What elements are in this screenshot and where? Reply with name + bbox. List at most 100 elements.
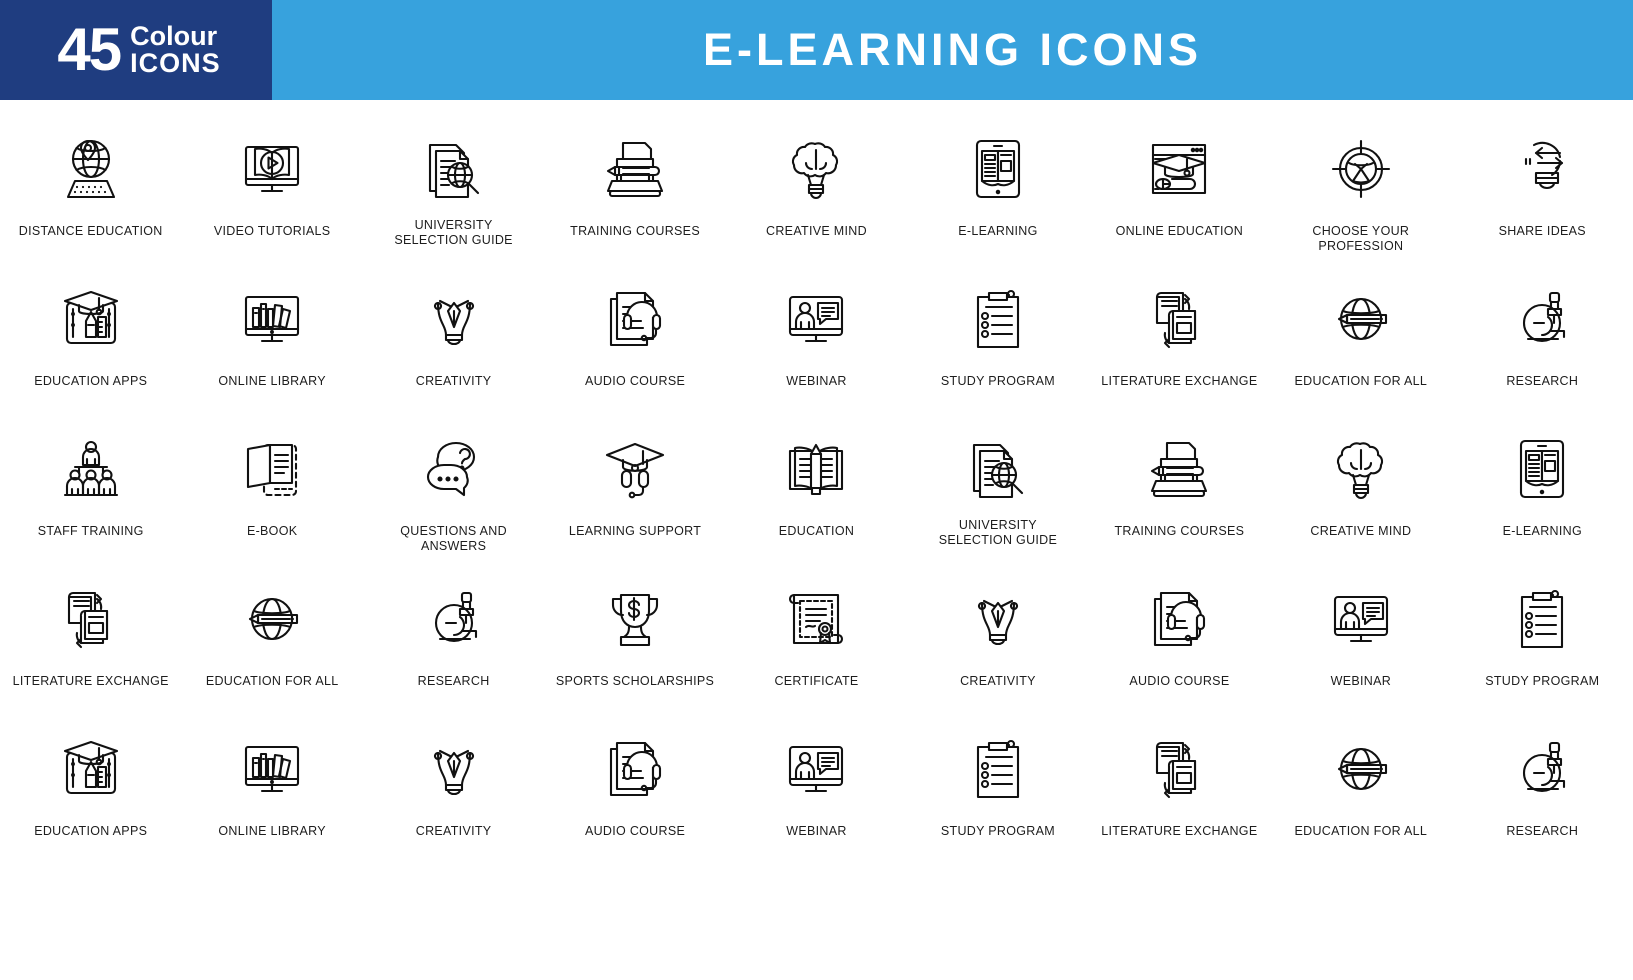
microscope-icon[interactable] <box>1494 726 1590 812</box>
people-podium-icon[interactable] <box>43 426 139 512</box>
icon-label: STAFF TRAINING <box>37 524 144 538</box>
icon-label: AUDIO COURSE <box>584 824 686 838</box>
icon-cell[interactable]: EDUCATION <box>726 408 907 558</box>
icon-cell[interactable]: AUDIO COURSE <box>544 708 725 858</box>
monitor-books-icon[interactable] <box>224 726 320 812</box>
icon-cell[interactable]: WEBINAR <box>1270 558 1451 708</box>
clipboard-checklist-icon[interactable] <box>1494 576 1590 662</box>
icon-cell[interactable]: CREATIVE MIND <box>726 108 907 258</box>
icon-cell[interactable]: ONLINE LIBRARY <box>181 708 362 858</box>
icon-cell[interactable]: ONLINE EDUCATION <box>1089 108 1270 258</box>
icon-cell[interactable]: CREATIVITY <box>363 708 544 858</box>
icon-cell[interactable]: STUDY PROGRAM <box>1452 558 1633 708</box>
icon-cell[interactable]: UNIVERSITY SELECTION GUIDE <box>907 408 1088 558</box>
icon-label: E-LEARNING <box>1502 524 1582 538</box>
icon-cell[interactable]: EDUCATION FOR ALL <box>1270 258 1451 408</box>
icon-cell[interactable]: EDUCATION APPS <box>0 708 181 858</box>
documents-headset-icon[interactable] <box>587 276 683 362</box>
tablet-open-book-icon[interactable] <box>950 126 1046 212</box>
icon-cell[interactable]: CREATIVE MIND <box>1270 408 1451 558</box>
icon-cell[interactable]: QUESTIONS AND ANSWERS <box>363 408 544 558</box>
icon-cell[interactable]: E-LEARNING <box>1452 408 1633 558</box>
icon-cell[interactable]: LITERATURE EXCHANGE <box>1089 708 1270 858</box>
documents-magnifier-icon[interactable] <box>950 426 1046 512</box>
icon-label: ONLINE LIBRARY <box>218 374 326 388</box>
icon-cell[interactable]: STUDY PROGRAM <box>907 708 1088 858</box>
icon-cell[interactable]: EDUCATION FOR ALL <box>181 558 362 708</box>
icon-cell[interactable]: TRAINING COURSES <box>544 108 725 258</box>
certificate-scroll-icon[interactable] <box>768 576 864 662</box>
icon-cell[interactable]: E-LEARNING <box>907 108 1088 258</box>
monitor-speaker-chat-icon[interactable] <box>1313 576 1409 662</box>
icon-cell[interactable]: SHARE IDEAS <box>1452 108 1633 258</box>
monitor-books-icon[interactable] <box>224 276 320 362</box>
browser-graduation-cap-icon[interactable] <box>1131 126 1227 212</box>
icon-cell[interactable]: ONLINE LIBRARY <box>181 258 362 408</box>
trophy-dollar-icon[interactable] <box>587 576 683 662</box>
icon-cell[interactable]: CREATIVITY <box>907 558 1088 708</box>
icon-cell[interactable]: WEBINAR <box>726 258 907 408</box>
icon-cell[interactable]: SPORTS SCHOLARSHIPS <box>544 558 725 708</box>
graduation-cap-tablet-icon[interactable] <box>43 276 139 362</box>
globe-pencil-icon[interactable] <box>1313 726 1409 812</box>
target-crosshair-icon[interactable] <box>1313 126 1409 212</box>
typewriter-pencil-icon[interactable] <box>587 126 683 212</box>
icon-cell[interactable]: CERTIFICATE <box>726 558 907 708</box>
icon-cell[interactable]: STAFF TRAINING <box>0 408 181 558</box>
documents-headset-icon[interactable] <box>1131 576 1227 662</box>
ebook-reader-icon[interactable] <box>224 426 320 512</box>
bulb-arrows-icon[interactable] <box>1494 126 1590 212</box>
icon-cell[interactable]: AUDIO COURSE <box>544 258 725 408</box>
icon-cell[interactable]: RESEARCH <box>1452 258 1633 408</box>
monitor-speaker-chat-icon[interactable] <box>768 276 864 362</box>
icon-cell[interactable]: UNIVERSITY SELECTION GUIDE <box>363 108 544 258</box>
bulb-pen-nib-icon[interactable] <box>406 726 502 812</box>
icon-cell[interactable]: LITERATURE EXCHANGE <box>1089 258 1270 408</box>
icon-cell[interactable]: DISTANCE EDUCATION <box>0 108 181 258</box>
icon-label: CREATIVE MIND <box>1310 524 1412 538</box>
monitor-speaker-chat-icon[interactable] <box>768 726 864 812</box>
clipboard-checklist-icon[interactable] <box>950 726 1046 812</box>
bulb-pen-nib-icon[interactable] <box>406 276 502 362</box>
icon-cell[interactable]: VIDEO TUTORIALS <box>181 108 362 258</box>
icon-cell[interactable]: RESEARCH <box>363 558 544 708</box>
typewriter-pencil-icon[interactable] <box>1131 426 1227 512</box>
icon-label: TRAINING COURSES <box>1114 524 1245 538</box>
icon-cell[interactable]: CREATIVITY <box>363 258 544 408</box>
icon-cell[interactable]: RESEARCH <box>1452 708 1633 858</box>
speech-bubbles-question-icon[interactable] <box>406 426 502 512</box>
brain-bulb-icon[interactable] <box>1313 426 1409 512</box>
icon-cell[interactable]: EDUCATION APPS <box>0 258 181 408</box>
icon-cell[interactable]: EDUCATION FOR ALL <box>1270 708 1451 858</box>
icon-label: CREATIVITY <box>415 374 492 388</box>
icon-label: LITERATURE EXCHANGE <box>12 674 169 688</box>
graduation-cap-headset-icon[interactable] <box>587 426 683 512</box>
documents-headset-icon[interactable] <box>587 726 683 812</box>
icon-cell[interactable]: LITERATURE EXCHANGE <box>0 558 181 708</box>
icon-cell[interactable]: WEBINAR <box>726 708 907 858</box>
icon-cell[interactable]: E-BOOK <box>181 408 362 558</box>
icon-cell[interactable]: STUDY PROGRAM <box>907 258 1088 408</box>
icon-cell[interactable]: TRAINING COURSES <box>1089 408 1270 558</box>
globe-pencil-icon[interactable] <box>1313 276 1409 362</box>
books-exchange-icon[interactable] <box>43 576 139 662</box>
books-exchange-icon[interactable] <box>1131 276 1227 362</box>
microscope-icon[interactable] <box>1494 276 1590 362</box>
globe-pencil-icon[interactable] <box>224 576 320 662</box>
icon-cell[interactable]: LEARNING SUPPORT <box>544 408 725 558</box>
icon-label: CREATIVITY <box>960 674 1036 688</box>
brain-bulb-icon[interactable] <box>768 126 864 212</box>
bulb-pen-nib-icon[interactable] <box>950 576 1046 662</box>
clipboard-checklist-icon[interactable] <box>950 276 1046 362</box>
open-book-pencil-icon[interactable] <box>768 426 864 512</box>
books-exchange-icon[interactable] <box>1131 726 1227 812</box>
tablet-open-book-icon[interactable] <box>1494 426 1590 512</box>
globe-keyboard-icon[interactable] <box>43 126 139 212</box>
graduation-cap-tablet-icon[interactable] <box>43 726 139 812</box>
icon-cell[interactable]: AUDIO COURSE <box>1089 558 1270 708</box>
documents-magnifier-icon[interactable] <box>406 126 502 212</box>
book-play-monitor-icon[interactable] <box>224 126 320 212</box>
icon-label: TRAINING COURSES <box>570 224 700 238</box>
icon-cell[interactable]: CHOOSE YOUR PROFESSION <box>1270 108 1451 258</box>
microscope-icon[interactable] <box>406 576 502 662</box>
